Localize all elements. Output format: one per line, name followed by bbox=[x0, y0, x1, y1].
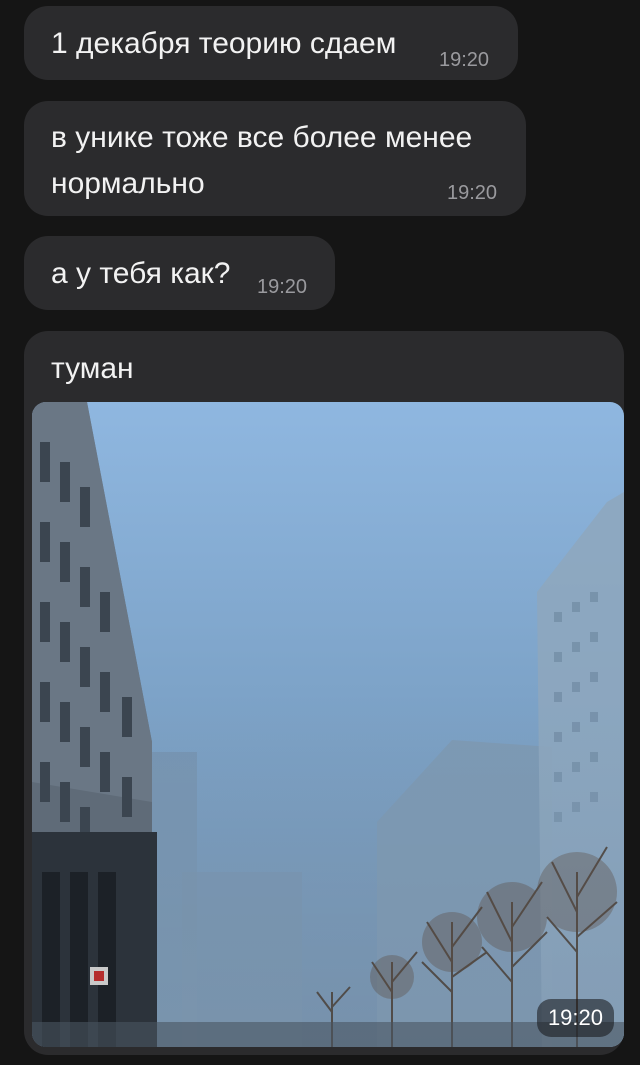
message-time: 19:20 bbox=[447, 182, 498, 204]
photo-message-bubble[interactable]: туман 19:20 bbox=[24, 331, 624, 1055]
photo-attachment[interactable]: 19:20 bbox=[32, 402, 624, 1047]
message-time: 19:20 bbox=[257, 276, 308, 298]
message-bubble[interactable]: в унике тоже все более менее нормально 1… bbox=[24, 101, 526, 216]
message-bubble[interactable]: а у тебя как? 19:20 bbox=[24, 236, 335, 310]
message-text: а у тебя как? bbox=[51, 257, 231, 290]
message-time: 19:20 bbox=[439, 49, 490, 71]
photo-time: 19:20 bbox=[536, 999, 614, 1037]
message-bubble[interactable]: 1 декабря теорию сдаем 19:20 bbox=[24, 6, 518, 80]
photo-caption: туман bbox=[51, 352, 134, 385]
foggy-street-photo bbox=[32, 402, 624, 1047]
message-text: 1 декабря теорию сдаем bbox=[51, 27, 397, 60]
chat-view: 1 декабря теорию сдаем 19:20 в унике тож… bbox=[0, 0, 640, 1065]
